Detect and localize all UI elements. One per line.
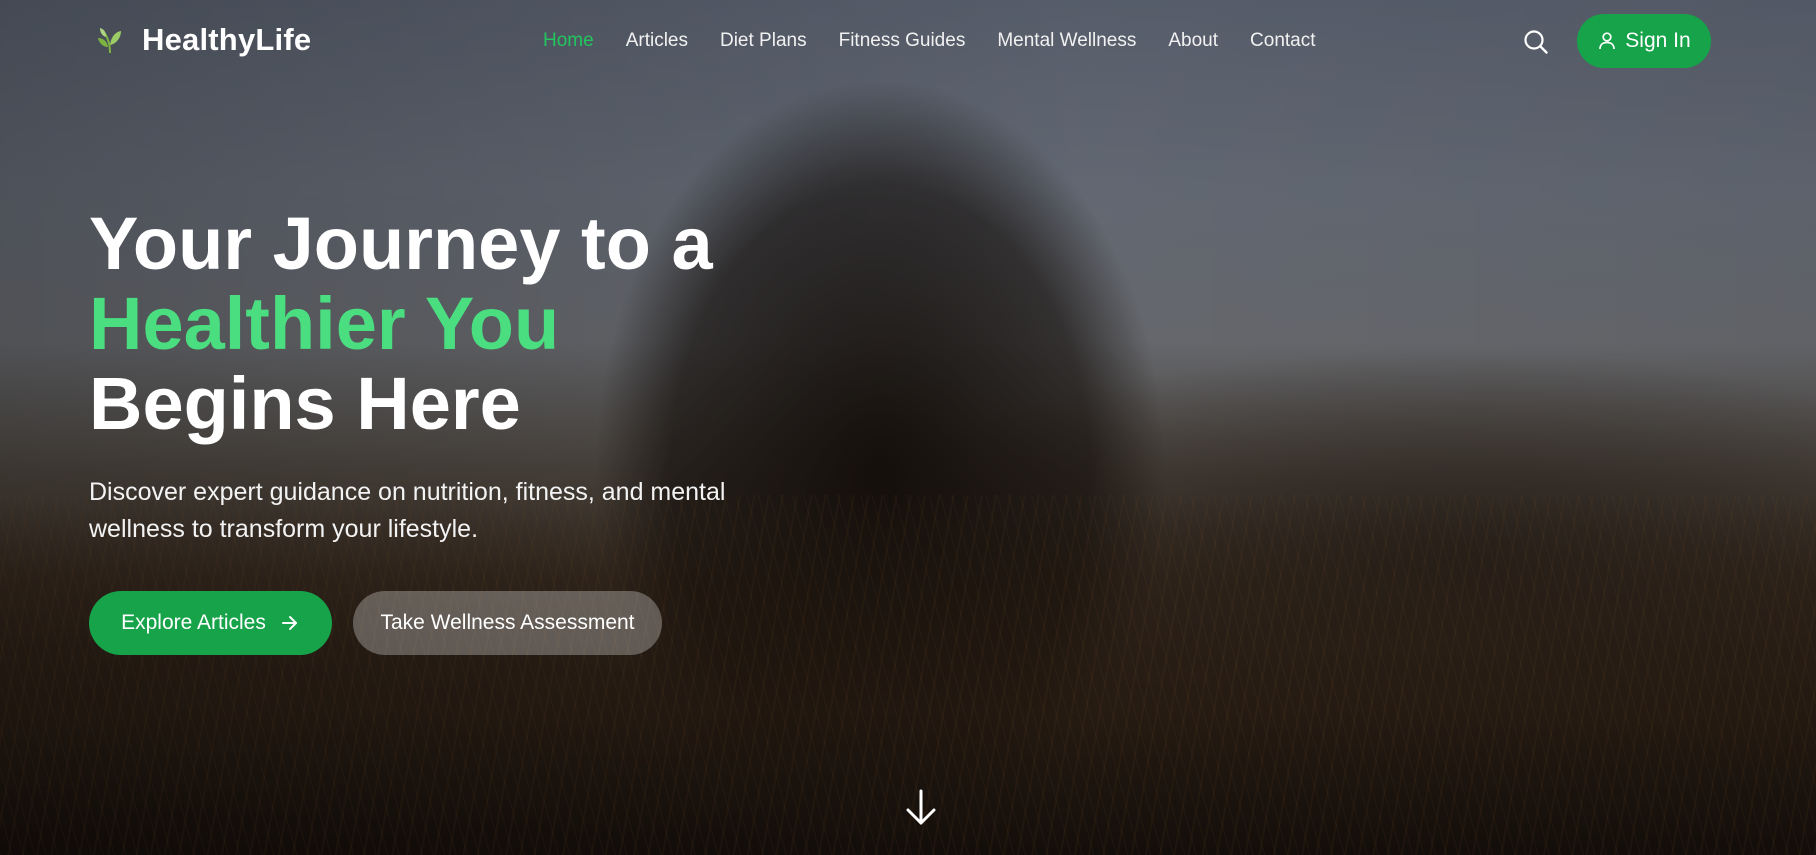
nav-link-contact[interactable]: Contact [1250,30,1315,52]
nav-link-fitness-guides[interactable]: Fitness Guides [839,30,966,52]
wellness-assessment-button[interactable]: Take Wellness Assessment [353,591,662,655]
explore-articles-button[interactable]: Explore Articles [89,591,332,655]
arrow-down-icon [906,789,936,825]
explore-articles-label: Explore Articles [121,611,266,634]
search-button[interactable] [1522,28,1550,56]
search-icon [1524,30,1548,54]
hero-title-line-3: Begins Here [89,362,521,445]
hero-subtitle: Discover expert guidance on nutrition, f… [89,478,726,543]
hero-title: Your Journey to a Healthier You Begins H… [89,204,713,444]
site-logo[interactable]: HealthyLife [94,22,311,58]
nav-link-diet-plans[interactable]: Diet Plans [720,30,807,52]
user-icon [1599,32,1616,50]
wellness-assessment-label: Take Wellness Assessment [380,611,635,634]
leaf-sprout-icon [98,28,121,54]
scroll-down-button[interactable] [904,788,938,828]
brand-name: HealthyLife [142,22,312,57]
arrow-right-icon [281,616,297,630]
nav-link-about[interactable]: About [1168,30,1218,52]
nav-link-home[interactable]: Home [543,30,594,52]
hero-title-line-1: Your Journey to a [89,202,713,285]
sign-in-button[interactable]: Sign In [1577,14,1711,68]
hero-title-highlight: Healthier You [89,282,560,365]
sign-in-label: Sign In [1625,29,1691,52]
main-nav: Home Articles Diet Plans Fitness Guides … [543,30,1316,52]
site-header: HealthyLife Home Articles Diet Plans Fit… [0,0,1816,84]
nav-link-mental-wellness[interactable]: Mental Wellness [997,30,1136,52]
nav-link-articles[interactable]: Articles [626,30,688,52]
